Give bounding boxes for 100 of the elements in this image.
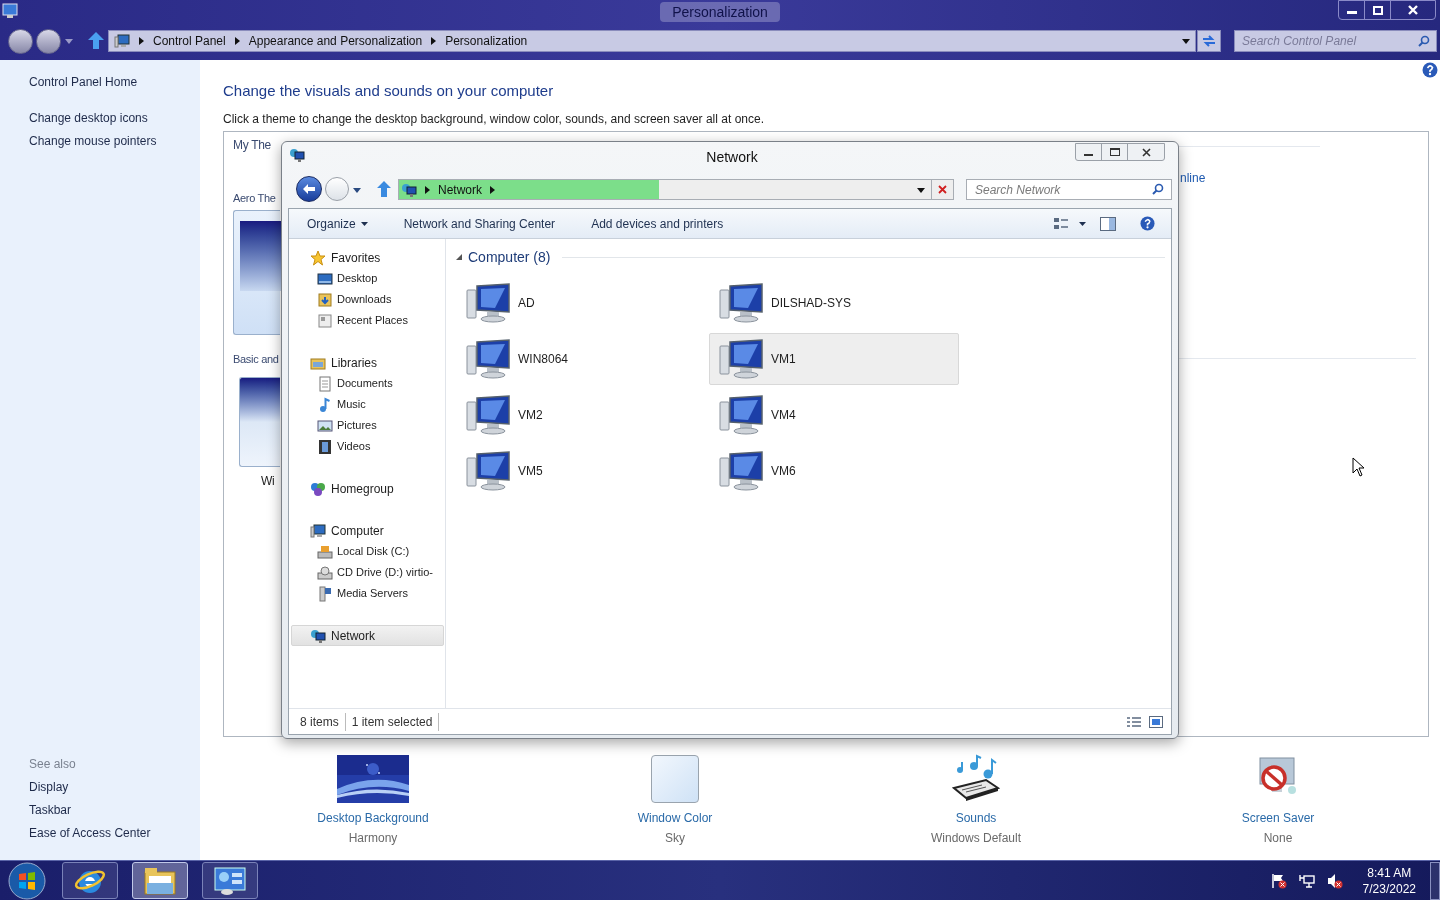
computer-icon <box>718 282 766 324</box>
setting-link[interactable]: Sounds <box>955 810 997 826</box>
nav-item[interactable]: Desktop <box>291 268 444 289</box>
computer-icon <box>465 338 513 380</box>
device-item[interactable]: VM2 <box>456 389 706 441</box>
details-view-button[interactable] <box>1127 715 1141 728</box>
nav-item[interactable]: Downloads <box>291 289 444 310</box>
taskbar-button[interactable] <box>202 862 258 899</box>
theme-tile[interactable] <box>233 210 280 335</box>
search-field[interactable]: Search Network <box>966 179 1172 200</box>
disk-icon <box>317 543 333 560</box>
nav-item[interactable]: Local Disk (C:) <box>291 541 444 562</box>
control-panel-icon <box>213 865 247 896</box>
maximize-icon <box>1109 148 1120 156</box>
dropdown-caret-icon <box>1182 38 1190 44</box>
breadcrumb-arrow-icon <box>490 185 495 194</box>
view-list-icon <box>1053 216 1069 231</box>
address-bar[interactable]: Network <box>398 179 954 200</box>
device-item[interactable]: VM1 <box>709 333 959 385</box>
breadcrumb[interactable]: Appearance and Personalization <box>248 32 423 50</box>
nav-item[interactable]: Music <box>291 394 444 415</box>
up-arrow-icon <box>377 181 391 197</box>
breadcrumb[interactable]: Control Panel <box>153 32 226 50</box>
setting-link[interactable]: Window Color <box>637 810 713 826</box>
computer-icon <box>718 394 766 436</box>
device-item[interactable]: WIN8064 <box>456 333 706 385</box>
sidebar-link[interactable]: Control Panel Home <box>29 74 157 90</box>
view-options-button[interactable] <box>1053 216 1086 231</box>
breadcrumb[interactable]: Personalization <box>445 32 528 50</box>
group-header[interactable]: Computer (8) <box>468 246 551 268</box>
toolbar-button[interactable]: Network and Sharing Center <box>395 212 564 235</box>
sidebar-link[interactable]: Change mouse pointers <box>29 133 157 149</box>
back-arrow-icon <box>303 184 315 194</box>
computer-icon <box>718 450 766 492</box>
setting-value: Sky <box>665 830 685 846</box>
large-icons-button[interactable] <box>1149 715 1163 728</box>
sidebar-link[interactable]: Display <box>29 779 151 795</box>
clock[interactable]: 8:41 AM 7/23/2022 <box>1362 864 1416 897</box>
start-button[interactable] <box>6 861 48 900</box>
folder-icon <box>143 865 177 896</box>
preview-pane-button[interactable] <box>1100 216 1116 231</box>
breadcrumb-arrow-icon <box>431 37 437 45</box>
nav-item[interactable]: Recent Places <box>291 310 444 331</box>
recent-icon <box>317 312 333 329</box>
nav-item[interactable]: Documents <box>291 373 444 394</box>
toolbar-button[interactable]: Organize <box>299 212 376 235</box>
nav-item[interactable]: Favorites <box>291 247 444 268</box>
theme-tile[interactable] <box>239 377 280 467</box>
setting-value: None <box>1263 830 1293 846</box>
nav-item[interactable]: Computer <box>291 520 444 541</box>
homegroup-icon <box>310 480 326 497</box>
nav-item[interactable]: CD Drive (D:) virtio- <box>291 562 444 583</box>
refresh-button[interactable] <box>1197 30 1221 52</box>
device-item[interactable]: VM5 <box>456 445 706 497</box>
caret-icon <box>65 39 73 44</box>
nav-item[interactable]: Videos <box>291 436 444 457</box>
computer-icon <box>310 522 326 539</box>
nav-item[interactable]: Network <box>291 625 444 646</box>
setting-link[interactable]: Screen Saver <box>1241 810 1315 826</box>
close-icon <box>1141 147 1151 157</box>
computer-icon <box>465 282 513 324</box>
search-field[interactable]: Search Control Panel <box>1234 30 1437 52</box>
network-icon <box>401 181 417 198</box>
breadcrumb-arrow-icon <box>234 37 240 45</box>
sidebar-link[interactable]: Taskbar <box>29 802 151 818</box>
search-icon <box>1152 183 1164 195</box>
breadcrumb-arrow-icon <box>139 37 144 45</box>
close-icon <box>938 185 947 194</box>
computer-icon <box>465 450 513 492</box>
nav-item[interactable]: Libraries <box>291 352 444 373</box>
breadcrumb[interactable]: Network <box>438 180 482 199</box>
setting-link[interactable]: Desktop Background <box>317 810 429 826</box>
address-bar[interactable]: Control Panel Appearance and Personalization Personalization <box>108 30 1196 52</box>
help-icon <box>1422 62 1438 78</box>
device-item[interactable]: AD <box>456 277 706 329</box>
desktop-icon <box>317 270 333 287</box>
toolbar-button[interactable]: Add devices and printers <box>583 212 732 235</box>
theme-name: Wi <box>261 473 275 489</box>
help-button[interactable] <box>1140 216 1155 231</box>
pictures-icon <box>317 417 333 434</box>
star-icon <box>310 249 326 266</box>
device-item[interactable]: VM4 <box>709 389 959 441</box>
nav-item[interactable]: Media Servers <box>291 583 444 604</box>
up-arrow-icon <box>88 32 104 49</box>
music-keyboard-icon <box>952 754 1000 804</box>
nav-item[interactable]: Homegroup <box>291 478 444 499</box>
device-item[interactable]: DILSHAD-SYS <box>709 277 959 329</box>
sidebar-link[interactable]: Ease of Access Center <box>29 825 151 841</box>
device-item[interactable]: VM6 <box>709 445 959 497</box>
nav-item[interactable]: Pictures <box>291 415 444 436</box>
setting-value: Harmony <box>348 830 398 846</box>
sidebar-link[interactable]: Change desktop icons <box>29 110 157 126</box>
taskbar-button[interactable] <box>62 862 118 899</box>
network-icon <box>289 147 305 163</box>
collapse-triangle-icon[interactable] <box>456 254 462 260</box>
taskbar-button[interactable] <box>132 862 188 899</box>
minimize-icon <box>1346 11 1357 14</box>
themes-online-link[interactable]: nline <box>1180 170 1206 186</box>
show-desktop-button[interactable] <box>1430 861 1440 900</box>
back-button[interactable] <box>296 176 322 202</box>
